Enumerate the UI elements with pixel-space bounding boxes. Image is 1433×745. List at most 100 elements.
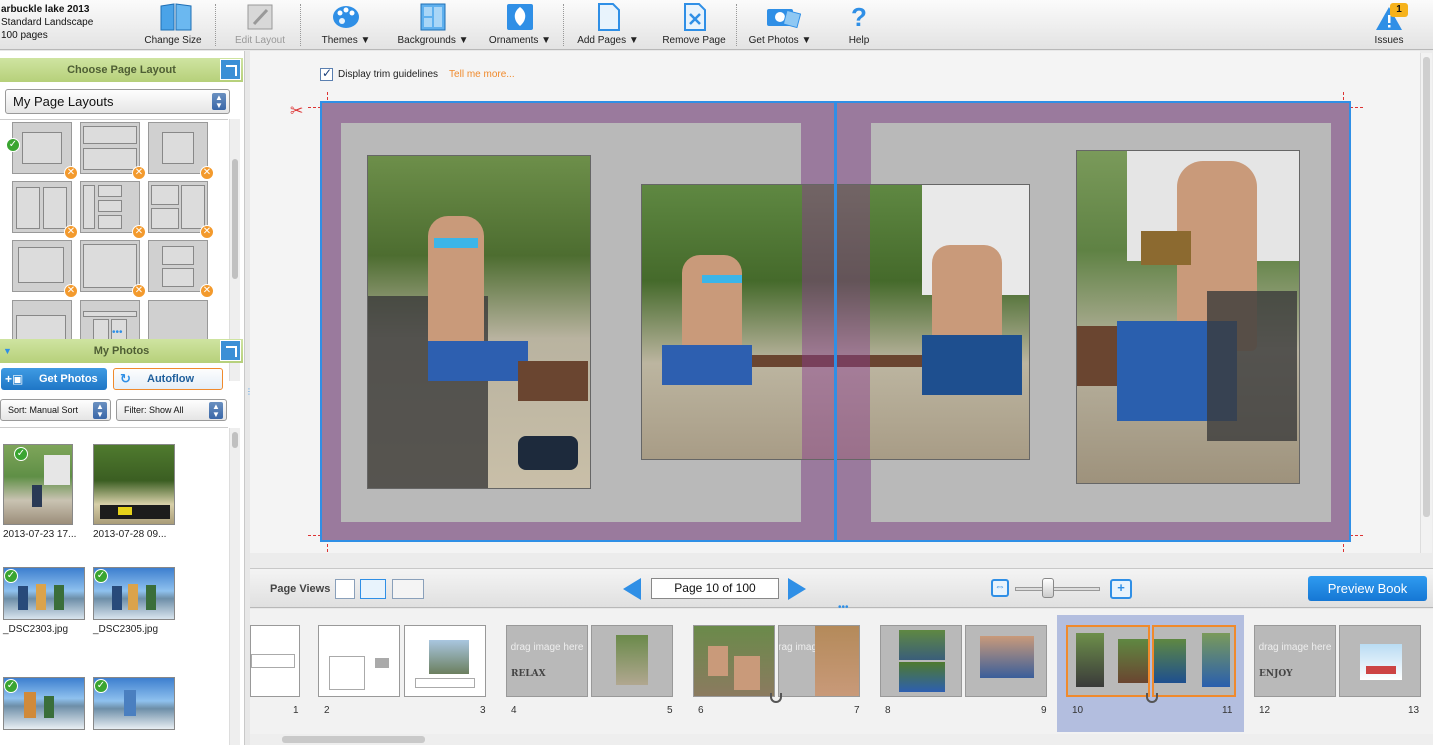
camera-icon	[765, 2, 802, 32]
previous-page-button[interactable]	[623, 578, 641, 600]
issues-button[interactable]: 1 Issues	[1370, 2, 1408, 48]
popout-icon[interactable]	[220, 340, 241, 361]
selected-check-icon: ✓	[6, 138, 20, 152]
layout-option[interactable]: ✕	[12, 181, 78, 239]
zoom-out-icon[interactable]: ⇔	[991, 579, 1009, 597]
book-format: Standard Landscape	[1, 17, 94, 28]
autoflow-icon: ↻	[120, 371, 131, 386]
zoom-slider-track[interactable]	[1015, 587, 1100, 591]
book-icon	[158, 2, 192, 32]
scissors-icon: ✂	[290, 103, 304, 120]
add-page-icon	[593, 2, 623, 32]
ornaments-button[interactable]: Ornaments ▼	[486, 2, 554, 48]
photo-list: 2013-07-23 17... ✓ 2013-07-28 09... _DSC…	[0, 427, 228, 745]
tell-me-more-link[interactable]: Tell me more...	[449, 69, 515, 80]
warning-badge-icon: ✕	[132, 284, 146, 298]
photos-scrollbar[interactable]	[229, 428, 240, 745]
resize-grip[interactable]: •••	[112, 327, 123, 338]
warning-badge-icon: ✕	[64, 225, 78, 239]
page-thumbnail-selected[interactable]	[1152, 625, 1236, 697]
warning-badge-icon: ✕	[200, 166, 214, 180]
change-size-button[interactable]: Change Size	[140, 2, 206, 48]
themes-button[interactable]: Themes ▼	[318, 2, 374, 48]
photo-item[interactable]: 2013-07-23 17...	[3, 444, 76, 540]
spread-view-icon[interactable]	[360, 579, 386, 599]
layout-option[interactable]: ✕	[80, 122, 146, 180]
photo-frame[interactable]	[367, 155, 591, 489]
remove-page-icon	[679, 2, 709, 32]
issues-count-badge: 1	[1390, 3, 1408, 17]
my-photos-header: ▼ My Photos	[0, 339, 243, 363]
book-title: arbuckle lake 2013	[1, 4, 90, 15]
backgrounds-button[interactable]: Backgrounds ▼	[392, 2, 474, 48]
next-page-button[interactable]	[788, 578, 806, 600]
warning-icon: 1	[1374, 2, 1408, 32]
used-check-icon: ✓	[14, 447, 28, 461]
preview-book-button[interactable]: Preview Book	[1308, 576, 1427, 601]
warning-badge-icon: ✕	[200, 225, 214, 239]
page-thumbnail[interactable]	[965, 625, 1047, 697]
add-camera-icon: +▣	[5, 372, 24, 386]
page-thumbnail[interactable]	[318, 625, 400, 697]
layout-set-select[interactable]: My Page Layouts ▲ ▼	[5, 89, 230, 114]
layout-option[interactable]: ✕	[148, 122, 214, 180]
warning-badge-icon: ✕	[132, 166, 146, 180]
sort-select[interactable]: Sort: Manual Sort ▲ ▼	[0, 399, 111, 421]
filmstrip-scrollbar[interactable]	[250, 734, 1433, 745]
get-photos-panel-button[interactable]: +▣ Get Photos	[1, 368, 107, 390]
page-thumbnail[interactable]: drag image here ENJOY	[1254, 625, 1336, 697]
top-toolbar: arbuckle lake 2013 Standard Landscape 10…	[0, 0, 1433, 50]
zoom-in-icon[interactable]: +	[1110, 579, 1132, 599]
layout-option[interactable]: ✕	[12, 122, 78, 180]
left-panel: Choose Page Layout My Page Layouts ▲ ▼ ✕ …	[0, 51, 245, 745]
trim-guidelines-checkbox[interactable]	[320, 66, 333, 81]
page-thumbnail[interactable]	[404, 625, 486, 697]
warning-badge-icon: ✕	[200, 284, 214, 298]
layout-option[interactable]: ✕	[148, 240, 214, 298]
choose-layout-header: Choose Page Layout	[0, 58, 243, 82]
warning-badge-icon: ✕	[64, 166, 78, 180]
page-thumbnail-selected[interactable]	[1066, 625, 1150, 697]
warning-badge-icon: ✕	[64, 284, 78, 298]
canvas-scrollbar[interactable]	[1420, 53, 1432, 553]
chevron-updown-icon: ▲ ▼	[212, 93, 226, 110]
palette-icon	[331, 2, 361, 32]
page-thumbnail[interactable]: drag image here RELAX	[506, 625, 588, 697]
popout-icon[interactable]	[220, 59, 241, 80]
help-button[interactable]: ? Help	[844, 2, 874, 48]
layout-option[interactable]: ✕	[80, 181, 146, 239]
trim-guidelines-row: Display trim guidelines Tell me more...	[320, 66, 515, 81]
book-info: arbuckle lake 2013 Standard Landscape 10…	[1, 3, 93, 42]
edit-layout-icon	[245, 2, 275, 32]
page-thumbnail[interactable]	[591, 625, 673, 697]
book-page-count: 100 pages	[1, 30, 48, 41]
layout-option[interactable]: ✕	[148, 181, 214, 239]
page-indicator: Page 10 of 100	[651, 578, 779, 599]
photo-frame[interactable]	[1076, 150, 1300, 484]
question-mark-icon: ?	[851, 2, 867, 32]
layout-option[interactable]: ✕	[80, 240, 146, 298]
used-check-icon: ✓	[4, 569, 18, 583]
page-filmstrip: drag image here RELAX drag image here dr…	[250, 609, 1433, 745]
grid-view-icon[interactable]	[392, 579, 424, 599]
used-check-icon: ✓	[94, 569, 108, 583]
autoflow-button[interactable]: ↻ Autoflow	[113, 368, 223, 390]
page-thumbnail[interactable]	[1339, 625, 1421, 697]
photo-item[interactable]: 2013-07-28 09...	[93, 444, 175, 540]
page-thumbnail[interactable]	[880, 625, 962, 697]
used-check-icon: ✓	[94, 679, 108, 693]
layout-option[interactable]: ✕	[12, 240, 78, 298]
single-page-view-icon[interactable]	[335, 579, 355, 599]
zoom-slider-handle[interactable]	[1042, 578, 1054, 598]
backgrounds-icon	[418, 2, 448, 32]
filter-select[interactable]: Filter: Show All ▲ ▼	[116, 399, 227, 421]
page-thumbnail[interactable]	[250, 625, 300, 697]
edit-layout-button[interactable]: Edit Layout	[229, 2, 291, 48]
remove-page-button[interactable]: Remove Page	[657, 2, 731, 48]
add-pages-button[interactable]: Add Pages ▼	[573, 2, 643, 48]
page-thumbnail[interactable]	[693, 625, 775, 697]
get-photos-button[interactable]: Get Photos ▼	[744, 2, 816, 48]
collapse-arrow-icon[interactable]: ▼	[3, 339, 12, 363]
page-thumbnail[interactable]: drag image here	[778, 625, 860, 697]
chevron-updown-icon: ▲ ▼	[209, 402, 223, 419]
